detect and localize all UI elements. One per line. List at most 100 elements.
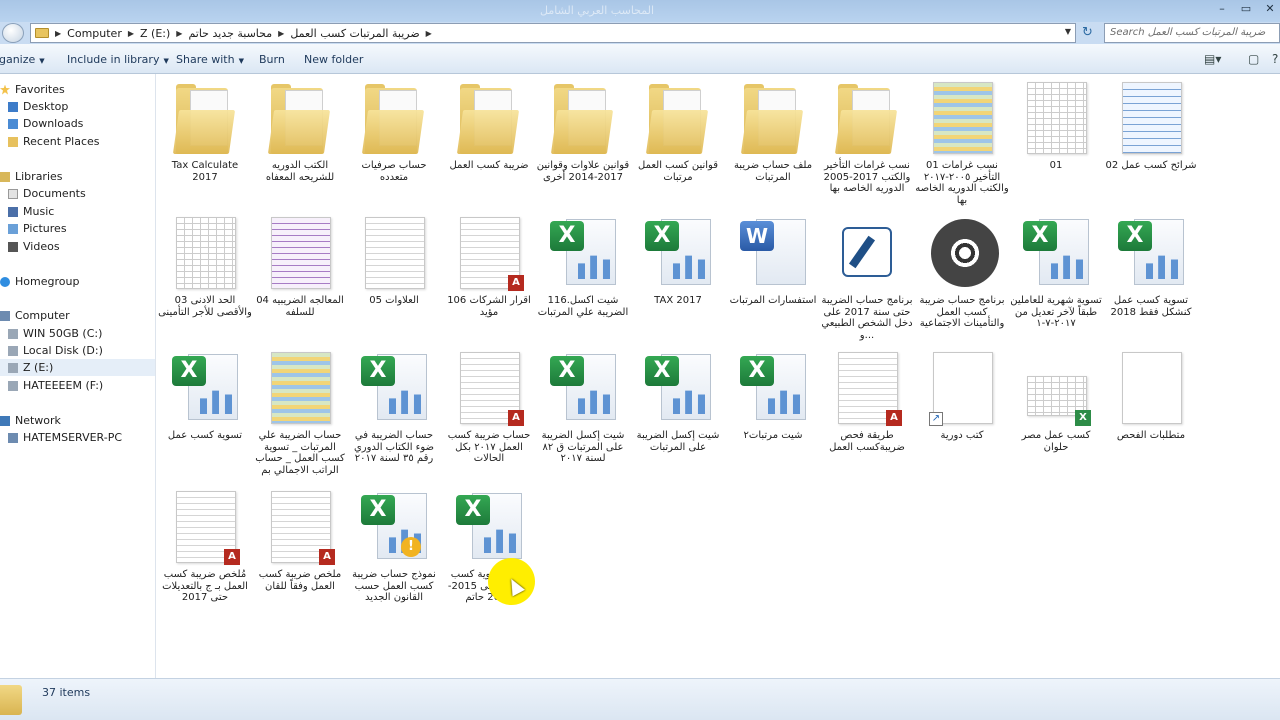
address-bar[interactable]: ▶ Computer ▶ Z (E:) ▶ محاسبة جديد حاتم ▶… bbox=[30, 23, 1076, 43]
include-in-library-menu[interactable]: Include in library ▼ bbox=[67, 53, 169, 66]
image-icon bbox=[925, 80, 999, 156]
file-item[interactable]: X شيت إكسل الضريبة على المرتبات ق ٨٢ لسنة… bbox=[536, 350, 630, 465]
file-name: ملف حساب ضريبة المرتبات bbox=[733, 160, 813, 183]
file-name: TAX 2017 bbox=[654, 295, 702, 306]
file-item[interactable]: Tax Calculate 2017 bbox=[158, 80, 252, 183]
file-item[interactable]: X 116.شيت اكسل الضريبة علي المرتبات bbox=[536, 215, 630, 318]
file-item[interactable]: ضريبة كسب العمل bbox=[442, 80, 536, 172]
file-item[interactable]: قوانين كسب العمل مرتبات bbox=[631, 80, 725, 183]
burn-button[interactable]: Burn bbox=[259, 53, 285, 66]
chevron-right-icon[interactable]: ▶ bbox=[128, 29, 134, 38]
back-button[interactable] bbox=[2, 23, 24, 43]
file-item[interactable]: X كسب عمل مصر حلوان bbox=[1009, 350, 1103, 453]
file-item[interactable]: A 106 اقرار الشركات مؤيد bbox=[442, 215, 536, 318]
file-item[interactable]: A ملخص ضريبة كسب العمل وفقاً للقان bbox=[253, 489, 347, 592]
file-item[interactable]: A مُلخص ضريبة كسب العمل بـ ج بالتعديلات ح… bbox=[158, 489, 252, 604]
image-thumbnail bbox=[1122, 82, 1182, 154]
file-item[interactable]: X TAX 2017 bbox=[631, 215, 725, 307]
sidebar-item-pictures[interactable]: Pictures bbox=[0, 220, 155, 237]
sidebar-item-drive-d[interactable]: Local Disk (D:) bbox=[0, 342, 155, 359]
sidebar-item-documents[interactable]: Documents bbox=[0, 185, 155, 202]
organize-menu[interactable]: Organize▼ bbox=[0, 53, 45, 66]
file-item[interactable]: ↗ كتب دورية bbox=[915, 350, 1009, 442]
file-item[interactable]: X تسوية شهرية للعاملين طبقاً لآخر تعديل م… bbox=[1009, 215, 1103, 330]
excel-icon: X bbox=[645, 221, 679, 251]
navigation-pane: Favorites Desktop Downloads Recent Place… bbox=[0, 74, 156, 678]
excel-icon: X bbox=[546, 215, 620, 291]
file-item[interactable]: 02 شرائح كسب عمل bbox=[1104, 80, 1198, 172]
breadcrumb-drive[interactable]: Z (E:) bbox=[140, 27, 170, 40]
sidebar-network[interactable]: Network bbox=[0, 412, 155, 429]
excel-icon: X bbox=[550, 356, 584, 386]
file-item[interactable]: W استفسارات المرتبات bbox=[726, 215, 820, 307]
sidebar-item-drive-c[interactable]: WIN 50GB (C:) bbox=[0, 325, 155, 342]
sidebar-item-recent-places[interactable]: Recent Places bbox=[0, 133, 155, 150]
sidebar-item-hatemserver[interactable]: HATEMSERVER-PC bbox=[0, 429, 155, 446]
minimize-button[interactable]: – bbox=[1210, 0, 1234, 18]
search-input[interactable]: Search ضريبة المرتبات كسب العمل bbox=[1104, 23, 1280, 43]
sidebar-item-drive-e[interactable]: Z (E:) bbox=[0, 359, 155, 376]
breadcrumb-computer[interactable]: Computer bbox=[67, 27, 122, 40]
folder-icon bbox=[641, 80, 715, 156]
new-folder-button[interactable]: New folder bbox=[304, 53, 363, 66]
caret-down-icon: ▼ bbox=[39, 57, 45, 65]
breadcrumb-folder[interactable]: محاسبة جديد حاتم bbox=[188, 27, 272, 40]
file-item[interactable]: حساب صرفيات متعدده bbox=[347, 80, 441, 183]
image-icon bbox=[1019, 80, 1093, 156]
folder-front bbox=[267, 110, 331, 154]
close-button[interactable]: ✕ bbox=[1258, 0, 1280, 18]
file-item[interactable]: 04 المعالجه الضريبيه للسلفه bbox=[253, 215, 347, 318]
file-name: كسب عمل مصر حلوان bbox=[1021, 430, 1091, 453]
address-dropdown-icon[interactable]: ▼ bbox=[1065, 27, 1071, 36]
file-item[interactable]: الكتب الدوريه للشريحه المعفاه bbox=[253, 80, 347, 183]
file-item[interactable]: متطلبات الفحص bbox=[1104, 350, 1198, 442]
sidebar-item-drive-f[interactable]: HATEEEEM (F:) bbox=[0, 377, 155, 394]
file-item[interactable]: حساب الضريبة علي المرتبات _ تسوية كسب ال… bbox=[253, 350, 347, 476]
file-item[interactable]: X تسوية كسب عمل كنشكل فقط 2018 bbox=[1104, 215, 1198, 318]
file-item[interactable]: نسب غرامات التأخير والكتب 2017-2005 الدو… bbox=[820, 80, 914, 195]
file-item[interactable]: X تسوية كسب عمل bbox=[158, 350, 252, 442]
sidebar-item-downloads[interactable]: Downloads bbox=[0, 115, 155, 132]
breadcrumb-current[interactable]: ضريبة المرتبات كسب العمل bbox=[290, 27, 419, 40]
sidebar-libraries[interactable]: Libraries bbox=[0, 168, 155, 185]
preview-pane-icon[interactable]: ▢ bbox=[1248, 52, 1259, 66]
sidebar-homegroup[interactable]: Homegroup bbox=[0, 273, 155, 290]
help-icon[interactable]: ? bbox=[1272, 52, 1278, 66]
chevron-right-icon[interactable]: ▶ bbox=[55, 29, 61, 38]
share-with-menu[interactable]: Share with ▼ bbox=[176, 53, 244, 66]
maximize-button[interactable]: ▭ bbox=[1234, 0, 1258, 18]
view-options-icon[interactable]: ▤▾ bbox=[1204, 52, 1221, 66]
file-item[interactable]: قوانين علاوات وقوانين 2017-2014 أخرى bbox=[536, 80, 630, 183]
folder-icon bbox=[736, 80, 810, 156]
file-item[interactable]: 03 الحد الادنى والأقصى للأجر التأمينى bbox=[158, 215, 252, 318]
folder-front bbox=[361, 110, 425, 154]
chevron-right-icon[interactable]: ▶ bbox=[176, 29, 182, 38]
file-item[interactable]: X شيت مرتبات٢ bbox=[726, 350, 820, 442]
refresh-icon[interactable]: ↻ bbox=[1082, 25, 1093, 40]
sidebar-item-desktop[interactable]: Desktop bbox=[0, 98, 155, 115]
recent-places-icon bbox=[8, 136, 18, 147]
file-item[interactable]: 01 نسب غرامات التأخير ٢٠٠٥-٢٠١٧ والكتب ا… bbox=[915, 80, 1009, 206]
network-icon bbox=[0, 415, 10, 426]
file-item[interactable]: X شيت إكسل الضريبة على المرتبات bbox=[631, 350, 725, 453]
sidebar-computer[interactable]: Computer bbox=[0, 307, 155, 324]
file-item[interactable]: A طريقة فحص ضريبةكسب العمل bbox=[820, 350, 914, 453]
sidebar-item-music[interactable]: Music bbox=[0, 203, 155, 220]
sidebar-item-videos[interactable]: Videos bbox=[0, 238, 155, 255]
folder-icon bbox=[0, 685, 22, 715]
file-item[interactable]: 01 bbox=[1009, 80, 1103, 172]
sidebar-item-label: Documents bbox=[23, 187, 86, 200]
sidebar-favorites[interactable]: Favorites bbox=[0, 81, 155, 98]
file-name: حساب ضريبة كسب العمل ٢٠١٧ بكل الحالات bbox=[447, 430, 531, 464]
image-icon bbox=[1114, 80, 1188, 156]
file-item[interactable]: A حساب ضريبة كسب العمل ٢٠١٧ بكل الحالات bbox=[442, 350, 536, 465]
file-item[interactable]: 05 العلاوات bbox=[347, 215, 441, 307]
chevron-right-icon[interactable]: ▶ bbox=[278, 29, 284, 38]
image-thumbnail bbox=[1027, 82, 1087, 154]
chevron-right-icon[interactable]: ▶ bbox=[426, 29, 432, 38]
file-item[interactable]: X حساب الضريبة في ضوء الكتاب الدوري رقم ٣… bbox=[347, 350, 441, 465]
file-item[interactable]: X! نموذج حساب ضريبة كسب العمل حسب القانون… bbox=[347, 489, 441, 604]
file-item[interactable]: برنامج حساب الضريبة حتى سنة 2017 على دخل… bbox=[820, 215, 914, 341]
file-item[interactable]: برنامج حساب ضريبة كسب العمل والتأمينات ا… bbox=[915, 215, 1009, 330]
file-item[interactable]: ملف حساب ضريبة المرتبات bbox=[726, 80, 820, 183]
